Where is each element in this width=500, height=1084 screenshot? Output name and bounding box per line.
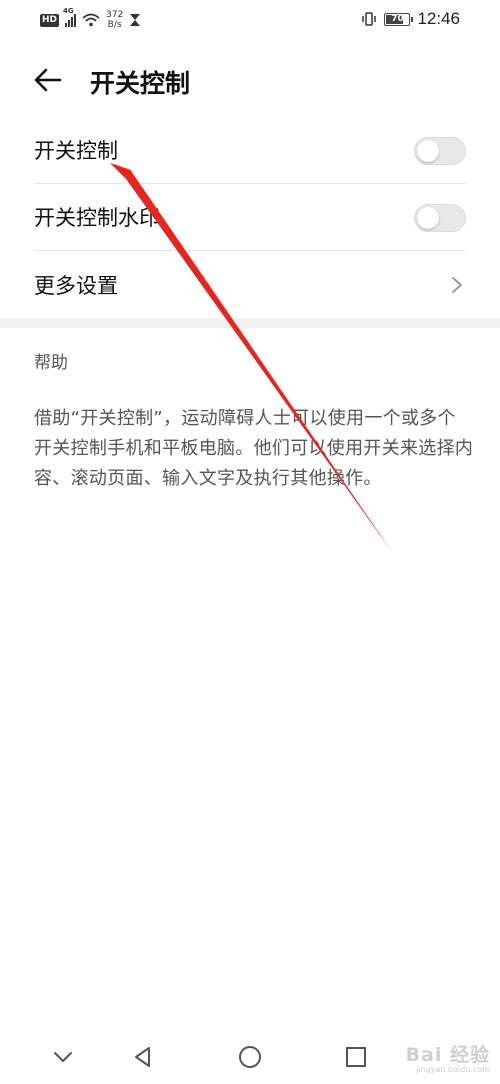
chevron-right-icon [452, 277, 462, 293]
setting-label: 开关控制 [34, 139, 118, 163]
hd-badge: HD [40, 13, 60, 27]
battery-icon: 70 [384, 12, 414, 26]
watermark-toggle[interactable] [414, 204, 466, 232]
watermark-logo: Bai 经验 [405, 1044, 490, 1066]
hourglass-icon [130, 14, 141, 26]
network-type: 4G [63, 7, 74, 15]
setting-row-switch-control-watermark[interactable]: 开关控制水印 [34, 184, 466, 251]
help-description: 借助“开关控制”，运动障碍人士可以使用一个或多个开关控制手机和平板电脑。他们可以… [34, 408, 474, 489]
recents-square-icon[interactable] [341, 1042, 371, 1072]
switch-control-toggle[interactable] [414, 137, 466, 165]
home-circle-icon[interactable] [235, 1042, 265, 1072]
section-divider [0, 318, 500, 328]
chevron-down-icon[interactable] [48, 1042, 78, 1072]
signal-icon: 4G [63, 7, 77, 27]
setting-label: 开关控制水印 [34, 206, 160, 230]
status-right: 70 12:46 [361, 9, 460, 29]
page-title: 开关控制 [90, 69, 191, 98]
vibrate-icon [362, 12, 377, 26]
status-bar: HD 4G 372 B/s 70 12:46 [0, 0, 500, 40]
setting-row-switch-control[interactable]: 开关控制 [34, 117, 466, 184]
network-speed: 372 B/s [106, 10, 124, 30]
clock: 12:46 [417, 9, 460, 28]
status-left: HD 4G 372 B/s [40, 7, 141, 32]
settings-list: 开关控制 开关控制水印 更多设置 [0, 117, 500, 318]
watermark: Bai 经验 jingyan.baidu.com [406, 1040, 490, 1074]
app-header: 开关控制 [0, 55, 500, 105]
watermark-url: jingyan.baidu.com [416, 1065, 490, 1074]
wifi-icon [82, 13, 100, 27]
setting-label: 更多设置 [34, 273, 118, 298]
back-triangle-icon[interactable] [128, 1042, 158, 1072]
help-heading: 帮助 [34, 353, 68, 373]
back-arrow-icon[interactable] [32, 65, 64, 95]
battery-level: 70 [391, 13, 404, 24]
setting-row-more-settings[interactable]: 更多设置 [34, 251, 466, 318]
